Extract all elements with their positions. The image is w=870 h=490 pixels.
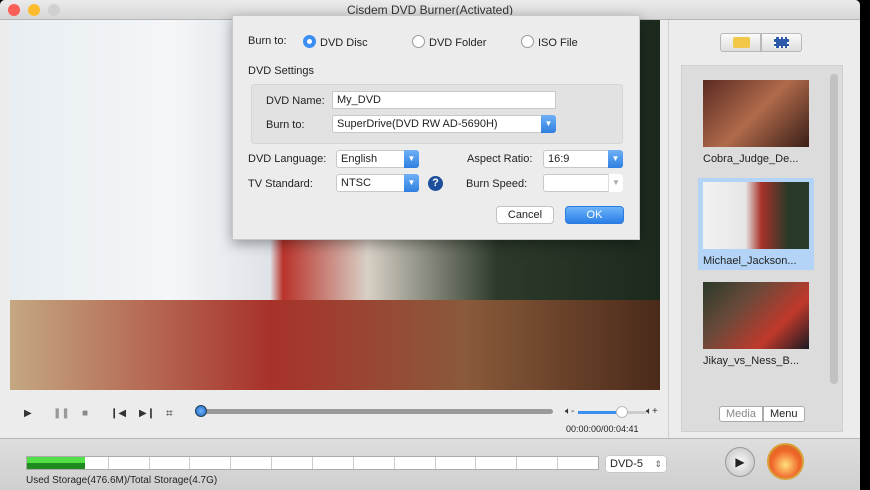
add-folder-button[interactable] <box>720 33 761 52</box>
crop-icon[interactable]: ⌗ <box>166 406 173 421</box>
burn-button[interactable] <box>767 443 804 480</box>
zoom-button[interactable] <box>48 4 60 16</box>
chevron-down-icon: ▼ <box>404 174 419 192</box>
storage-meter <box>26 456 599 470</box>
chevron-down-icon: ▼ <box>608 174 623 192</box>
previous-icon[interactable]: ❙◀ <box>110 408 126 419</box>
radio-dvd-folder[interactable]: DVD Folder <box>412 35 486 49</box>
volume-down-icon[interactable]: 🔈︎- <box>565 406 574 417</box>
tv-standard-label: TV Standard: <box>248 178 313 190</box>
dvd-name-input[interactable]: My_DVD <box>332 91 556 109</box>
volume-slider[interactable] <box>578 406 646 418</box>
pause-icon[interactable]: ❚❚ <box>53 408 70 419</box>
updown-icon: ⇕ <box>654 459 662 469</box>
video-thumbnail <box>703 80 809 147</box>
radio-icon <box>412 35 425 48</box>
scrollbar[interactable] <box>830 74 838 384</box>
media-item-label: Cobra_Judge_De... <box>703 153 799 165</box>
minimize-button[interactable] <box>28 4 40 16</box>
seek-handle[interactable] <box>195 405 207 417</box>
radio-label: DVD Disc <box>320 37 368 49</box>
language-value: English <box>341 153 378 165</box>
radio-iso-file[interactable]: ISO File <box>521 35 578 49</box>
media-item[interactable]: Michael_Jackson... <box>698 178 814 270</box>
media-item-label: Jikay_vs_Ness_B... <box>703 355 799 367</box>
disc-type-value: DVD-5 <box>610 458 644 470</box>
disc-type-select[interactable]: DVD-5 ⇕ <box>605 455 667 473</box>
language-select[interactable]: English ▼ <box>336 150 419 168</box>
chevron-down-icon: ▼ <box>608 150 623 168</box>
media-item-label: Michael_Jackson... <box>703 255 797 267</box>
ok-button[interactable]: OK <box>565 206 624 224</box>
drive-label: Burn to: <box>266 119 305 131</box>
media-item[interactable]: Jikay_vs_Ness_B... <box>698 282 814 367</box>
aspect-ratio-value: 16:9 <box>548 153 570 165</box>
burn-speed-label: Burn Speed: <box>466 178 528 190</box>
chevron-down-icon: ▼ <box>541 115 556 133</box>
play-icon[interactable]: ▶ <box>24 408 32 419</box>
burn-to-label: Burn to: <box>248 35 287 47</box>
tv-standard-select[interactable]: NTSC ▼ <box>336 174 419 192</box>
close-button[interactable] <box>8 4 20 16</box>
cancel-button[interactable]: Cancel <box>496 206 554 224</box>
media-item[interactable]: Cobra_Judge_De... <box>698 80 814 165</box>
folder-add-icon <box>733 37 750 48</box>
volume-up-icon[interactable]: 🔈︎+ <box>646 406 658 417</box>
burn-settings-dialog: Burn to: DVD Disc DVD Folder ISO File DV… <box>232 15 640 240</box>
chevron-down-icon: ▼ <box>404 150 419 168</box>
media-panel: Cobra_Judge_De... Michael_Jackson... Jik… <box>668 20 860 438</box>
play-icon: ▶ <box>735 455 745 469</box>
radio-icon <box>521 35 534 48</box>
storage-meter-fill <box>27 457 85 469</box>
playback-controls: ▶ ❚❚ ■ ❙◀ ▶❙ ⌗ 🔈︎- 🔈︎+ 00:00:00/00:04:41 <box>0 390 668 438</box>
radio-dvd-disc[interactable]: DVD Disc <box>303 35 368 49</box>
stop-icon[interactable]: ■ <box>82 408 88 419</box>
radio-label: DVD Folder <box>429 37 487 49</box>
language-label: DVD Language: <box>248 153 327 165</box>
storage-bar: Used Storage(476.6M)/Total Storage(4.7G)… <box>0 438 860 490</box>
video-thumbnail <box>703 182 809 249</box>
app-window: Cisdem DVD Burner(Activated) Burn to: DV… <box>0 0 860 490</box>
dvd-settings-group: DVD Name: My_DVD Burn to: SuperDrive(DVD… <box>251 84 623 144</box>
aspect-ratio-select[interactable]: 16:9 ▼ <box>543 150 623 168</box>
volume-handle[interactable] <box>616 406 629 418</box>
aspect-ratio-label: Aspect Ratio: <box>467 153 533 165</box>
video-thumbnail <box>703 282 809 349</box>
playback-time: 00:00:00/00:04:41 <box>566 424 639 434</box>
burn-speed-select[interactable]: ▼ <box>543 174 623 192</box>
radio-icon <box>303 35 316 48</box>
seek-slider[interactable] <box>195 405 553 417</box>
help-icon[interactable]: ? <box>428 176 443 191</box>
tab-menu[interactable]: Menu <box>763 406 805 422</box>
media-list: Cobra_Judge_De... Michael_Jackson... Jik… <box>681 65 843 432</box>
drive-value: SuperDrive(DVD RW AD-5690H) <box>337 118 498 130</box>
tv-standard-value: NTSC <box>341 177 371 189</box>
next-icon[interactable]: ▶❙ <box>139 408 155 419</box>
storage-text: Used Storage(476.6M)/Total Storage(4.7G) <box>26 475 218 486</box>
drive-select[interactable]: SuperDrive(DVD RW AD-5690H) ▼ <box>332 115 556 133</box>
tab-media[interactable]: Media <box>719 406 763 422</box>
film-add-icon <box>774 37 789 48</box>
preview-play-button[interactable]: ▶ <box>725 447 755 477</box>
add-video-button[interactable] <box>761 33 802 52</box>
dvd-settings-heading: DVD Settings <box>248 65 315 77</box>
dvd-name-label: DVD Name: <box>266 95 325 107</box>
radio-label: ISO File <box>538 37 578 49</box>
